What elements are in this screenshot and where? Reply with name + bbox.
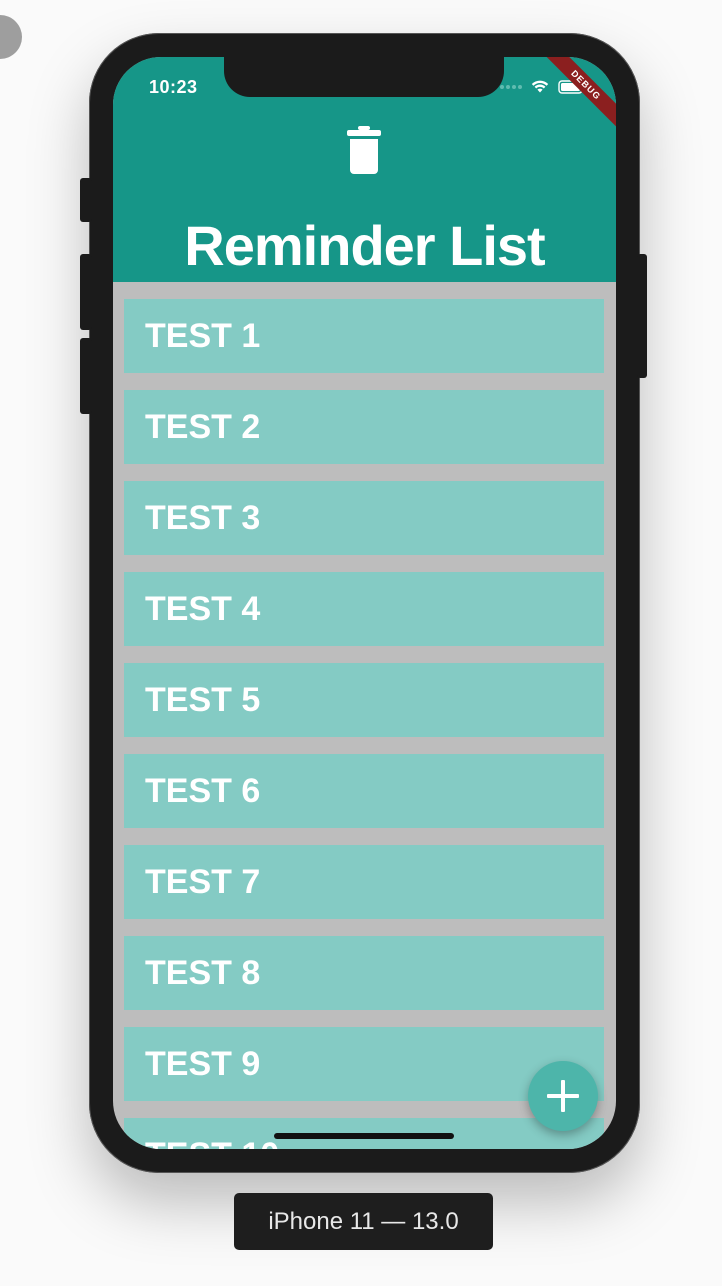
reminder-label: TEST 5 — [145, 680, 261, 719]
reminder-label: TEST 1 — [145, 316, 261, 355]
trash-icon — [347, 126, 381, 174]
phone-notch — [224, 57, 504, 97]
reminder-label: TEST 10 — [145, 1136, 279, 1150]
reminder-item-4[interactable]: TEST 4 — [124, 572, 604, 646]
reminder-label: TEST 7 — [145, 862, 261, 901]
reminder-label: TEST 9 — [145, 1044, 261, 1083]
debug-banner: DEBUG — [537, 57, 616, 134]
reminder-list: TEST 1 TEST 2 TEST 3 TEST 4 TEST 5 TEST … — [124, 299, 604, 1149]
status-time: 10:23 — [149, 77, 198, 97]
reminder-label: TEST 4 — [145, 589, 261, 628]
reminder-item-5[interactable]: TEST 5 — [124, 663, 604, 737]
wifi-icon — [531, 80, 549, 93]
reminder-item-2[interactable]: TEST 2 — [124, 390, 604, 464]
device-label: iPhone 11 — 13.0 — [234, 1193, 493, 1250]
phone-mute-switch — [80, 178, 92, 222]
reminder-item-6[interactable]: TEST 6 — [124, 754, 604, 828]
window-corner-dot — [0, 15, 22, 59]
reminder-item-1[interactable]: TEST 1 — [124, 299, 604, 373]
app-bar: 10:23 DEBUG Reminder List — [113, 57, 616, 282]
home-indicator[interactable] — [274, 1133, 454, 1139]
add-reminder-button[interactable] — [528, 1061, 598, 1131]
delete-button[interactable] — [344, 123, 384, 177]
reminder-label: TEST 8 — [145, 953, 261, 992]
page-title: Reminder List — [184, 214, 545, 277]
reminder-label: TEST 6 — [145, 771, 261, 810]
reminder-label: TEST 2 — [145, 407, 261, 446]
plus-icon — [547, 1080, 579, 1112]
reminder-item-7[interactable]: TEST 7 — [124, 845, 604, 919]
reminder-item-3[interactable]: TEST 3 — [124, 481, 604, 555]
phone-volume-up-button — [80, 254, 92, 330]
signal-icon — [500, 84, 522, 89]
reminder-item-8[interactable]: TEST 8 — [124, 936, 604, 1010]
phone-power-button — [637, 254, 647, 378]
phone-screen: 10:23 DEBUG Reminder List TEST 1 TEST 2 … — [113, 57, 616, 1149]
reminder-label: TEST 3 — [145, 498, 261, 537]
phone-volume-down-button — [80, 338, 92, 414]
